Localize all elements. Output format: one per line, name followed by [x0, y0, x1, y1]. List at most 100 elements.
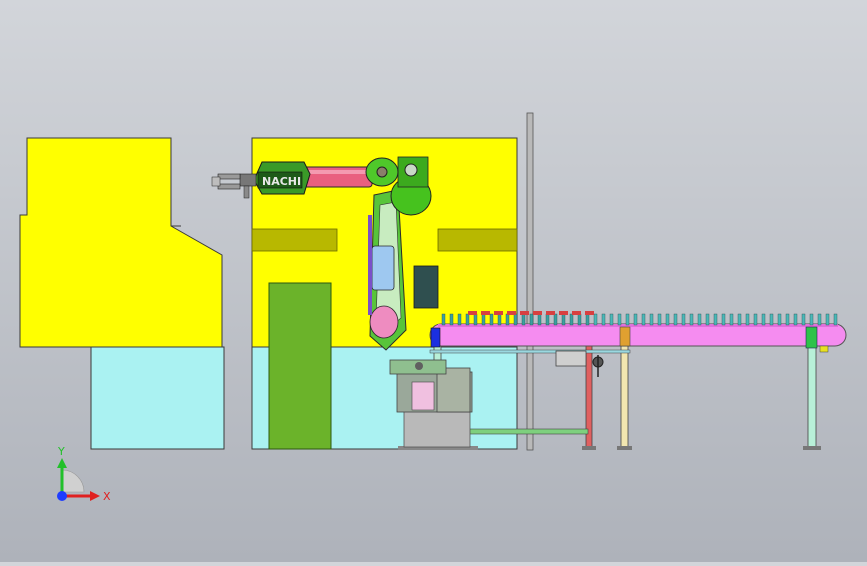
belt-pin	[753, 313, 758, 326]
belt-pin	[609, 313, 614, 326]
belt-pin	[793, 313, 798, 326]
view-triad[interactable]: Y X	[57, 445, 111, 503]
triad-x-arrow	[90, 491, 100, 501]
gripper-finger	[217, 183, 241, 190]
wrist-bolt	[376, 166, 388, 178]
belt-pin	[505, 313, 510, 326]
conveyor-leg	[807, 344, 817, 450]
belt-pin	[801, 313, 806, 326]
belt-pin	[465, 313, 470, 326]
belt-pin	[577, 313, 582, 326]
belt-pin	[649, 313, 654, 326]
belt-pin	[729, 313, 734, 326]
belt-pin	[673, 313, 678, 326]
belt-pin	[625, 313, 630, 326]
belt-pin	[449, 313, 454, 326]
robot-brand-label: NACHI	[262, 175, 301, 188]
conveyor-leg	[620, 344, 629, 450]
conveyor-crossbar	[429, 349, 631, 354]
pedestal	[403, 409, 471, 448]
belt-marker-green	[805, 326, 818, 349]
belt-pin	[833, 313, 838, 326]
belt-pin	[657, 313, 662, 326]
fixture-clamp	[546, 311, 555, 315]
belt-pin	[521, 313, 526, 326]
fixture-clamp	[481, 311, 490, 315]
belt-pin	[737, 313, 742, 326]
belt-pin	[561, 313, 566, 326]
belt-pin	[705, 313, 710, 326]
belt-marker-blue	[430, 327, 441, 348]
belt-pin	[681, 313, 686, 326]
belt-pin	[745, 313, 750, 326]
triad-y-arrow	[57, 458, 67, 468]
triad-y-label: Y	[57, 445, 65, 458]
machine-door[interactable]	[268, 282, 332, 450]
belt-pin	[825, 313, 830, 326]
belt-pin	[489, 313, 494, 326]
turret-cable-box	[436, 367, 471, 413]
belt-pin	[617, 313, 622, 326]
drive-motor	[555, 350, 587, 367]
machine-band-left	[251, 228, 338, 252]
belt-pin	[593, 313, 598, 326]
belt-pin	[633, 313, 638, 326]
fixture-clamp	[468, 311, 477, 315]
belt-pin	[441, 313, 446, 326]
belt-pin	[481, 313, 486, 326]
belt-pin	[761, 313, 766, 326]
cad-viewport[interactable]: NACHI Y X	[0, 0, 867, 562]
belt-pin	[601, 313, 606, 326]
fixture-clamp	[507, 311, 516, 315]
belt-pin	[665, 313, 670, 326]
belt-pin	[713, 313, 718, 326]
belt-pin	[777, 313, 782, 326]
left-machine-housing	[19, 137, 223, 348]
machine-band-right	[437, 228, 518, 252]
belt-pin	[809, 313, 814, 326]
belt-pin	[769, 313, 774, 326]
belt-pin	[545, 313, 550, 326]
machine-dark-panel	[413, 265, 439, 309]
belt-pin	[697, 313, 702, 326]
belt-pin	[641, 313, 646, 326]
belt-pin	[537, 313, 542, 326]
turret-pink-cover	[411, 381, 435, 411]
fixture-clamp	[559, 311, 568, 315]
belt-pin	[721, 313, 726, 326]
belt-pin	[497, 313, 502, 326]
fixture-clamp	[494, 311, 503, 315]
belt-end-cap	[819, 345, 829, 353]
fixture-clamp	[585, 311, 594, 315]
conveyor-belt	[429, 323, 847, 347]
upper-arm-highlight	[308, 170, 366, 174]
leg-foot	[617, 446, 632, 450]
belt-pin	[513, 313, 518, 326]
assembly-drawing: NACHI Y X	[19, 112, 847, 503]
gripper-mount	[239, 173, 257, 187]
belt-pin	[569, 313, 574, 326]
belt-pin	[689, 313, 694, 326]
belt-marker-orange	[619, 326, 631, 347]
shoulder-motor-cap	[404, 163, 418, 177]
triad-z-axis	[57, 491, 67, 501]
arm-purple-cable	[368, 215, 372, 315]
left-machine[interactable]	[19, 137, 225, 450]
fixture-clamp	[520, 311, 529, 315]
elbow-pink-joint	[369, 305, 399, 339]
belt-pin	[585, 313, 590, 326]
belt-pin	[785, 313, 790, 326]
arm-cable-sleeve	[371, 245, 395, 291]
triad-x-label: X	[103, 490, 111, 503]
vertical-pole	[526, 112, 534, 451]
left-machine-base-guard	[90, 346, 225, 450]
fixture-clamp	[533, 311, 542, 315]
gripper-finger	[243, 185, 250, 199]
triad-plane	[61, 469, 85, 493]
belt-pin	[473, 313, 478, 326]
belt-pin	[529, 313, 534, 326]
belt-pin	[457, 313, 462, 326]
gripper-tip	[211, 176, 221, 187]
leg-foot	[803, 446, 821, 450]
leg-foot	[582, 446, 596, 450]
